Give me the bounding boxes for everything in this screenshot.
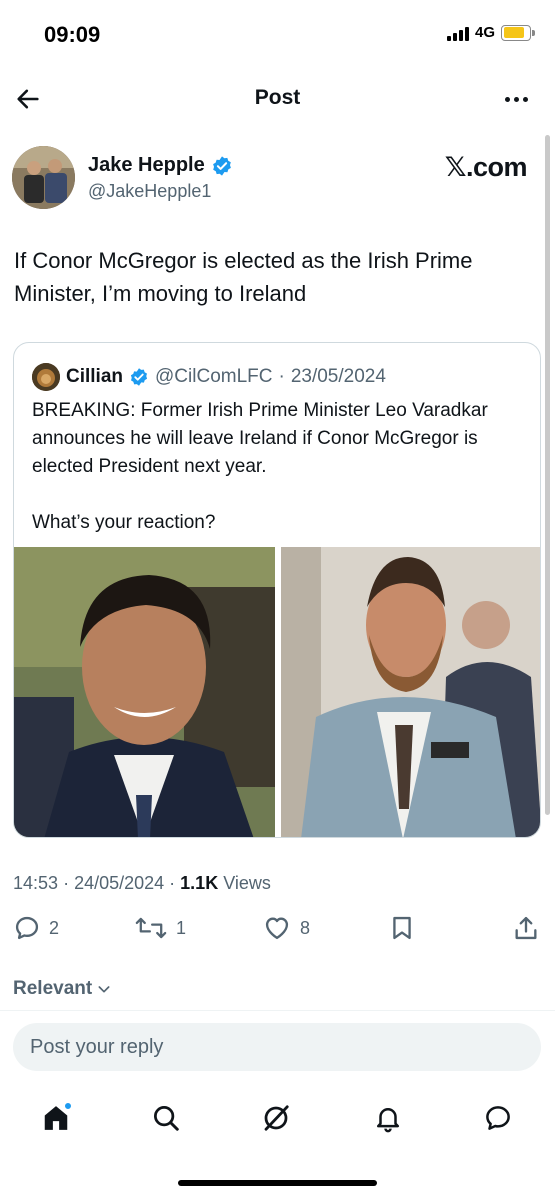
like-count: 8 xyxy=(300,917,311,938)
media-image-right[interactable] xyxy=(281,547,540,837)
quoted-post-text: BREAKING: Former Irish Prime Minister Le… xyxy=(32,397,522,537)
quoted-post-header: Cillian @CilComLFC · 23/05/2024 xyxy=(32,363,386,391)
views-label[interactable]: Views xyxy=(223,873,271,893)
status-indicators: 4G xyxy=(446,24,535,41)
verified-badge-icon xyxy=(212,155,231,176)
notification-dot xyxy=(64,1102,72,1110)
quoted-author-handle: @CilComLFC xyxy=(155,366,273,387)
author-avatar[interactable] xyxy=(12,146,75,209)
meta-separator: · xyxy=(63,873,75,893)
post-author: Jake Hepple @JakeHepple1 𝕏.com xyxy=(12,146,532,212)
reply-button[interactable]: 2 xyxy=(13,914,59,942)
reply-input[interactable] xyxy=(13,1023,541,1071)
signal-icon xyxy=(446,25,469,41)
nav-search[interactable] xyxy=(148,1100,184,1136)
reply-icon xyxy=(15,916,39,940)
replies-sort-dropdown[interactable]: Relevant xyxy=(13,978,112,1000)
post-date: 24/05/2024 xyxy=(74,873,165,893)
more-dot-icon xyxy=(504,96,510,102)
quoted-post[interactable]: Cillian @CilComLFC · 23/05/2024 BREAKING… xyxy=(13,342,541,838)
share-button[interactable] xyxy=(512,914,540,942)
reply-count: 2 xyxy=(49,917,60,938)
battery-icon xyxy=(501,24,535,41)
divider xyxy=(0,1010,555,1011)
post-text: If Conor McGregor is elected as the Iris… xyxy=(14,248,473,306)
verified-badge-icon xyxy=(130,368,148,386)
bookmark-icon xyxy=(393,916,411,940)
network-type: 4G xyxy=(474,24,495,41)
page-title: Post xyxy=(254,86,301,109)
meta-separator: · xyxy=(278,366,285,387)
status-time: 09:09 xyxy=(44,22,101,47)
quoted-post-paragraph: BREAKING: Former Irish Prime Minister Le… xyxy=(32,400,488,477)
like-button[interactable]: 8 xyxy=(262,914,310,942)
repost-count: 1 xyxy=(176,917,187,938)
views-count: 1.1K xyxy=(180,873,219,893)
author-handle[interactable]: @JakeHepple1 xyxy=(88,181,211,202)
meta-separator: · xyxy=(169,873,181,893)
message-icon xyxy=(486,1106,510,1130)
more-dot-icon xyxy=(522,96,528,102)
post-time: 14:53 xyxy=(13,873,59,893)
quoted-media xyxy=(14,547,540,837)
post-actions: 2 1 8 xyxy=(0,914,555,950)
bookmark-button[interactable] xyxy=(388,914,416,942)
bottom-navigation xyxy=(0,1090,555,1150)
repost-button[interactable]: 1 xyxy=(134,914,186,942)
post-header: Post xyxy=(0,75,555,123)
quoted-author-avatar xyxy=(32,363,60,391)
author-name[interactable]: Jake Hepple xyxy=(88,154,205,177)
repost-icon xyxy=(135,917,167,939)
nav-notifications[interactable] xyxy=(370,1100,406,1136)
x-watermark: 𝕏.com xyxy=(444,152,528,182)
nav-messages[interactable] xyxy=(480,1100,516,1136)
media-image-left[interactable] xyxy=(14,547,275,837)
share-icon xyxy=(515,916,537,940)
home-indicator[interactable] xyxy=(178,1180,377,1186)
quoted-post-paragraph: What’s your reaction? xyxy=(32,512,216,533)
post-timestamp: 14:53 · 24/05/2024 · 1.1K Views xyxy=(13,873,271,894)
author-name-row: Jake Hepple xyxy=(88,154,233,177)
more-dot-icon xyxy=(513,96,519,102)
nav-grok[interactable] xyxy=(258,1100,294,1136)
quoted-post-date: 23/05/2024 xyxy=(290,366,386,387)
scrollbar[interactable] xyxy=(545,135,550,815)
bell-icon xyxy=(377,1108,399,1133)
replies-sort-label: Relevant xyxy=(13,978,93,999)
nav-home[interactable] xyxy=(38,1100,74,1136)
grok-icon xyxy=(264,1105,289,1131)
heart-icon xyxy=(265,917,289,940)
status-bar: 09:09 4G xyxy=(0,0,555,70)
quoted-author-name: Cillian xyxy=(66,366,124,387)
chevron-down-icon xyxy=(98,986,110,993)
more-options-button[interactable] xyxy=(501,87,531,111)
avatar-photo xyxy=(12,146,75,209)
search-icon xyxy=(154,1106,179,1131)
